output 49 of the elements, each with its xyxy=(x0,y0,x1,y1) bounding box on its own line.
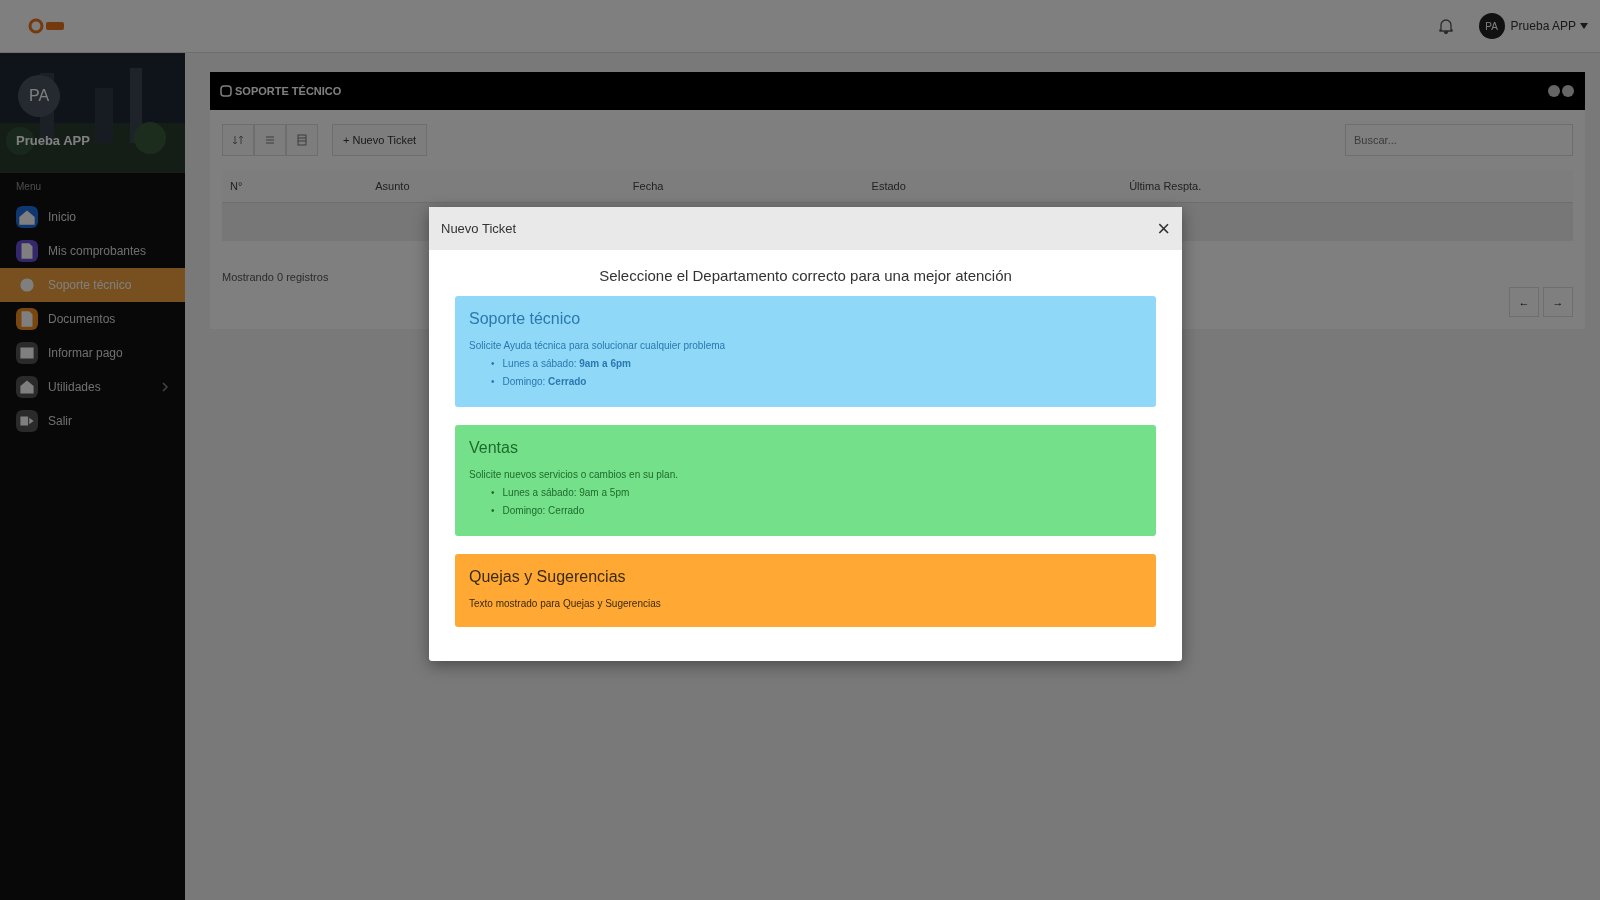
department-card[interactable]: Quejas y Sugerencias Texto mostrado para Quejas y Sugerencias xyxy=(455,554,1156,627)
department-title: Soporte técnico xyxy=(469,310,582,328)
ticket-icon xyxy=(220,85,232,97)
panel-title: SOPORTE TÉCNICO xyxy=(235,85,342,97)
close-button[interactable]: × xyxy=(1157,215,1170,242)
dialog-prompt: Seleccione el Departamento correcto para una mejor atención xyxy=(598,267,1013,284)
department-card[interactable]: Ventas Solicite nuevos servicios o cambios en su plan. • Lunes a sábado: 9am a 5pm • Domingo: Cerrado xyxy=(455,425,1156,536)
bullet: • xyxy=(491,375,495,389)
menu-heading: Menu xyxy=(15,180,42,194)
sidebar-item[interactable]: Mis comprobantes xyxy=(0,234,185,268)
search-field[interactable]: Buscar... xyxy=(1345,124,1573,156)
user-avatar[interactable]: PA xyxy=(1478,13,1505,39)
caret-icon[interactable] xyxy=(1580,23,1588,29)
menu-icon xyxy=(16,206,38,228)
sidebar-item[interactable]: Informar pago xyxy=(0,336,185,370)
hours-item: Domingo: Cerrado xyxy=(502,375,587,389)
columns-icon xyxy=(296,134,308,146)
menu-icon xyxy=(16,240,38,262)
menu-icon xyxy=(16,376,38,398)
user-menu[interactable]: Prueba APP xyxy=(1510,19,1576,33)
records-count: Mostrando 0 registros xyxy=(222,271,329,283)
profile-name: Prueba APP xyxy=(16,133,90,148)
department-description: Texto mostrado para Quejas y Sugerencias xyxy=(469,598,662,609)
window-controls-icon[interactable] xyxy=(1547,84,1575,98)
bullet: • xyxy=(491,357,495,371)
bullet: • xyxy=(491,486,495,500)
hours-item: Lunes a sábado: 9am a 5pm xyxy=(502,486,630,500)
department-title: Quejas y Sugerencias xyxy=(469,568,627,586)
sidebar-item[interactable]: Salir xyxy=(0,404,185,438)
sidebar-item[interactable]: Documentos xyxy=(0,302,185,336)
list-icon xyxy=(264,134,276,146)
sidebar-item[interactable]: Utilidades xyxy=(0,370,185,404)
department-description: Solicite nuevos servicios o cambios en su plan. xyxy=(469,469,679,480)
sort-icon xyxy=(232,134,244,146)
pager-button[interactable]: ← xyxy=(1509,287,1539,317)
menu-icon xyxy=(16,410,38,432)
bullet: • xyxy=(491,504,495,518)
department-description: Solicite Ayuda técnica para solucionar cualquier problema xyxy=(469,340,727,351)
hours-item: Domingo: Cerrado xyxy=(502,504,585,518)
pager-button[interactable]: → xyxy=(1543,287,1573,317)
menu-icon xyxy=(16,342,38,364)
menu-icon xyxy=(16,308,38,330)
hours-item: Lunes a sábado: 9am a 6pm xyxy=(502,357,631,371)
department-title: Ventas xyxy=(469,439,519,457)
sidebar-item[interactable]: Inicio xyxy=(0,200,185,234)
new-ticket-button[interactable]: + Nuevo Ticket xyxy=(332,124,428,156)
bell-icon[interactable] xyxy=(1436,17,1455,35)
department-card[interactable]: Soporte técnico Solicite Ayuda técnica para solucionar cualquier problema • Lunes a sábado: 9am a 6pm • Domingo: Cerrado xyxy=(455,296,1156,407)
dialog-title: Nuevo Ticket xyxy=(441,221,517,236)
